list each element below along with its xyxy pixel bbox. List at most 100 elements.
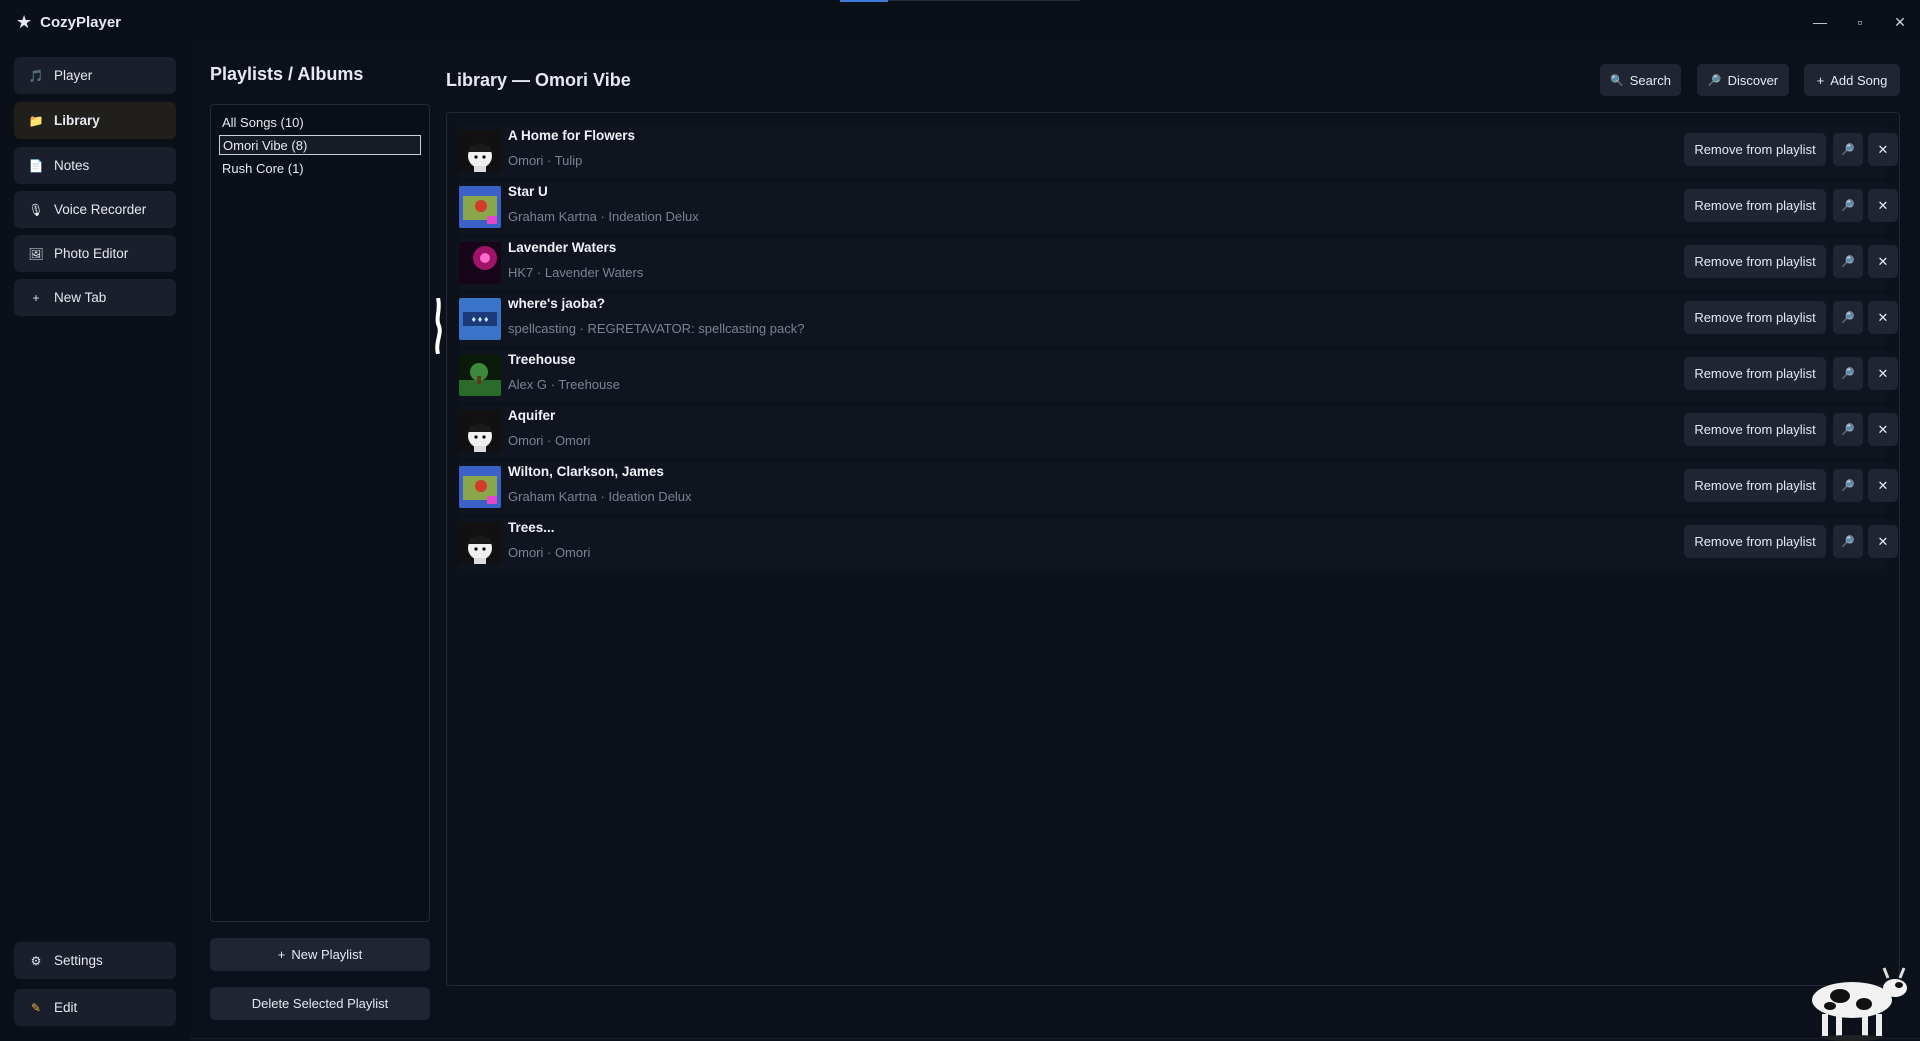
playlists-heading: Playlists / Albums <box>210 64 364 84</box>
sidebar-item-library[interactable]: 📁 Library <box>14 102 176 139</box>
song-row[interactable]: ♦♦♦ where's jaoba? spellcasting · REGRETAV… <box>459 294 1898 346</box>
playlist-list[interactable]: All Songs (10) Omori Vibe (8) Rush Core … <box>210 104 430 922</box>
sidebar-item-label: Voice Recorder <box>54 202 147 217</box>
splitter-handle[interactable] <box>433 298 443 354</box>
remove-from-playlist-button[interactable]: Remove from playlist <box>1684 413 1826 446</box>
find-song-button[interactable]: 🔎 <box>1833 357 1863 390</box>
sidebar-item-new-tab[interactable]: + New Tab <box>14 279 176 316</box>
divider <box>190 1038 1920 1039</box>
sidebar-item-settings[interactable]: ⚙ Settings <box>14 942 176 979</box>
close-button[interactable]: ✕ <box>1880 0 1920 44</box>
sidebar-item-notes[interactable]: 📄 Notes <box>14 147 176 184</box>
song-artist-album: Omori · Omori <box>508 545 591 560</box>
plus-icon: + <box>1816 72 1825 88</box>
remove-from-playlist-button[interactable]: Remove from playlist <box>1684 189 1826 222</box>
cow-mascot-icon <box>1812 967 1907 1041</box>
playlist-item-omori-vibe[interactable]: Omori Vibe (8) <box>219 135 421 155</box>
song-row[interactable]: A Home for Flowers Omori · Tulip Remove fr… <box>459 126 1898 178</box>
sidebar-item-edit[interactable]: ✎ Edit <box>14 989 176 1026</box>
song-title: Star U <box>508 184 548 199</box>
album-cover <box>459 242 501 284</box>
remove-from-playlist-button[interactable]: Remove from playlist <box>1684 469 1826 502</box>
song-row[interactable]: Trees... Omori · Omori Remove from playlis… <box>459 518 1898 570</box>
delete-song-button[interactable]: ✕ <box>1868 133 1898 166</box>
delete-song-button[interactable]: ✕ <box>1868 413 1898 446</box>
remove-from-playlist-button[interactable]: Remove from playlist <box>1684 357 1826 390</box>
song-row[interactable]: Aquifer Omori · Omori Remove from playlist… <box>459 406 1898 458</box>
sidebar-item-player[interactable]: 🎵 Player <box>14 57 176 94</box>
remove-from-playlist-button[interactable]: Remove from playlist <box>1684 301 1826 334</box>
song-title: A Home for Flowers <box>508 128 636 143</box>
delete-song-button[interactable]: ✕ <box>1868 469 1898 502</box>
search-label: Search <box>1629 72 1671 88</box>
album-cover <box>459 130 501 172</box>
delete-song-button[interactable]: ✕ <box>1868 357 1898 390</box>
album-cover <box>459 466 501 508</box>
delete-song-button[interactable]: ✕ <box>1868 245 1898 278</box>
song-artist-album: HK7 · Lavender Waters <box>508 265 644 280</box>
song-row[interactable]: Lavender Waters HK7 · Lavender Waters Remo… <box>459 238 1898 290</box>
find-song-button[interactable]: 🔎 <box>1833 133 1863 166</box>
playlist-item-all-songs[interactable]: All Songs (10) <box>219 112 421 132</box>
song-artist-album: Graham Kartna · Ideation Delux <box>508 489 692 504</box>
magnifier-icon: 🔎 <box>1707 74 1722 87</box>
discover-label: Discover <box>1727 72 1779 88</box>
notepad-icon: 📄 <box>28 158 44 173</box>
sidebar-item-photo-editor[interactable]: 🖼 Photo Editor <box>14 235 176 272</box>
song-artist-album: Alex G · Treehouse <box>508 377 620 392</box>
restore-button[interactable]: ▫ <box>1840 0 1880 44</box>
delete-song-button[interactable]: ✕ <box>1868 301 1898 334</box>
remove-from-playlist-button[interactable]: Remove from playlist <box>1684 133 1826 166</box>
delete-song-button[interactable]: ✕ <box>1868 525 1898 558</box>
find-song-button[interactable]: 🔎 <box>1833 301 1863 334</box>
sidebar-item-label: Settings <box>54 953 103 968</box>
find-song-button[interactable]: 🔎 <box>1833 245 1863 278</box>
app-title: CozyPlayer <box>40 13 122 31</box>
app-brand: ★ CozyPlayer <box>16 12 121 33</box>
album-cover <box>459 410 501 452</box>
find-song-button[interactable]: 🔎 <box>1833 189 1863 222</box>
library-title: Library — Omori Vibe <box>446 70 631 90</box>
microphone-icon: 🎙 <box>28 202 44 217</box>
song-artist-album: Graham Kartna · Indeation Delux <box>508 209 699 224</box>
playlist-item-rush-core[interactable]: Rush Core (1) <box>219 158 421 178</box>
song-row[interactable]: Treehouse Alex G · Treehouse Remove from p… <box>459 350 1898 402</box>
song-title: Lavender Waters <box>508 240 617 255</box>
music-note-icon: 🎵 <box>28 68 44 83</box>
sidebar-item-label: Library <box>54 113 100 128</box>
find-song-button[interactable]: 🔎 <box>1833 413 1863 446</box>
find-song-button[interactable]: 🔎 <box>1833 525 1863 558</box>
new-playlist-label: New Playlist <box>291 947 363 962</box>
minimize-button[interactable]: — <box>1800 0 1840 44</box>
song-title: Trees... <box>508 520 555 535</box>
find-song-button[interactable]: 🔎 <box>1833 469 1863 502</box>
delete-playlist-button[interactable]: Delete Selected Playlist <box>210 987 430 1020</box>
star-icon: ★ <box>16 11 33 32</box>
add-song-button[interactable]: + Add Song <box>1804 64 1900 96</box>
song-title: Aquifer <box>508 408 556 423</box>
album-cover <box>459 354 501 396</box>
delete-song-button[interactable]: ✕ <box>1868 189 1898 222</box>
search-button[interactable]: 🔍 Search <box>1600 64 1681 96</box>
tab-indicator-track <box>888 0 1080 1</box>
album-cover <box>459 186 501 228</box>
song-title: Treehouse <box>508 352 576 367</box>
title-bar: ★ CozyPlayer — ▫ ✕ <box>0 0 1920 44</box>
plus-icon: + <box>277 947 286 962</box>
remove-from-playlist-button[interactable]: Remove from playlist <box>1684 245 1826 278</box>
song-row[interactable]: Star U Graham Kartna · Indeation Delux Rem… <box>459 182 1898 234</box>
album-cover: ♦♦♦ <box>459 298 501 340</box>
sidebar-item-voice-recorder[interactable]: 🎙 Voice Recorder <box>14 191 176 228</box>
song-row[interactable]: Wilton, Clarkson, James Graham Kartna · I… <box>459 462 1898 514</box>
image-icon: 🖼 <box>28 246 44 261</box>
discover-button[interactable]: 🔎 Discover <box>1697 64 1789 96</box>
song-title: Wilton, Clarkson, James <box>508 464 664 479</box>
remove-from-playlist-button[interactable]: Remove from playlist <box>1684 525 1826 558</box>
song-artist-album: Omori · Omori <box>508 433 591 448</box>
sidebar-item-label: New Tab <box>54 290 107 305</box>
gear-icon: ⚙ <box>30 953 42 968</box>
add-song-label: Add Song <box>1830 72 1888 88</box>
folder-icon: 📁 <box>28 113 44 128</box>
sidebar-item-label: Notes <box>54 158 90 173</box>
new-playlist-button[interactable]: + New Playlist <box>210 938 430 971</box>
